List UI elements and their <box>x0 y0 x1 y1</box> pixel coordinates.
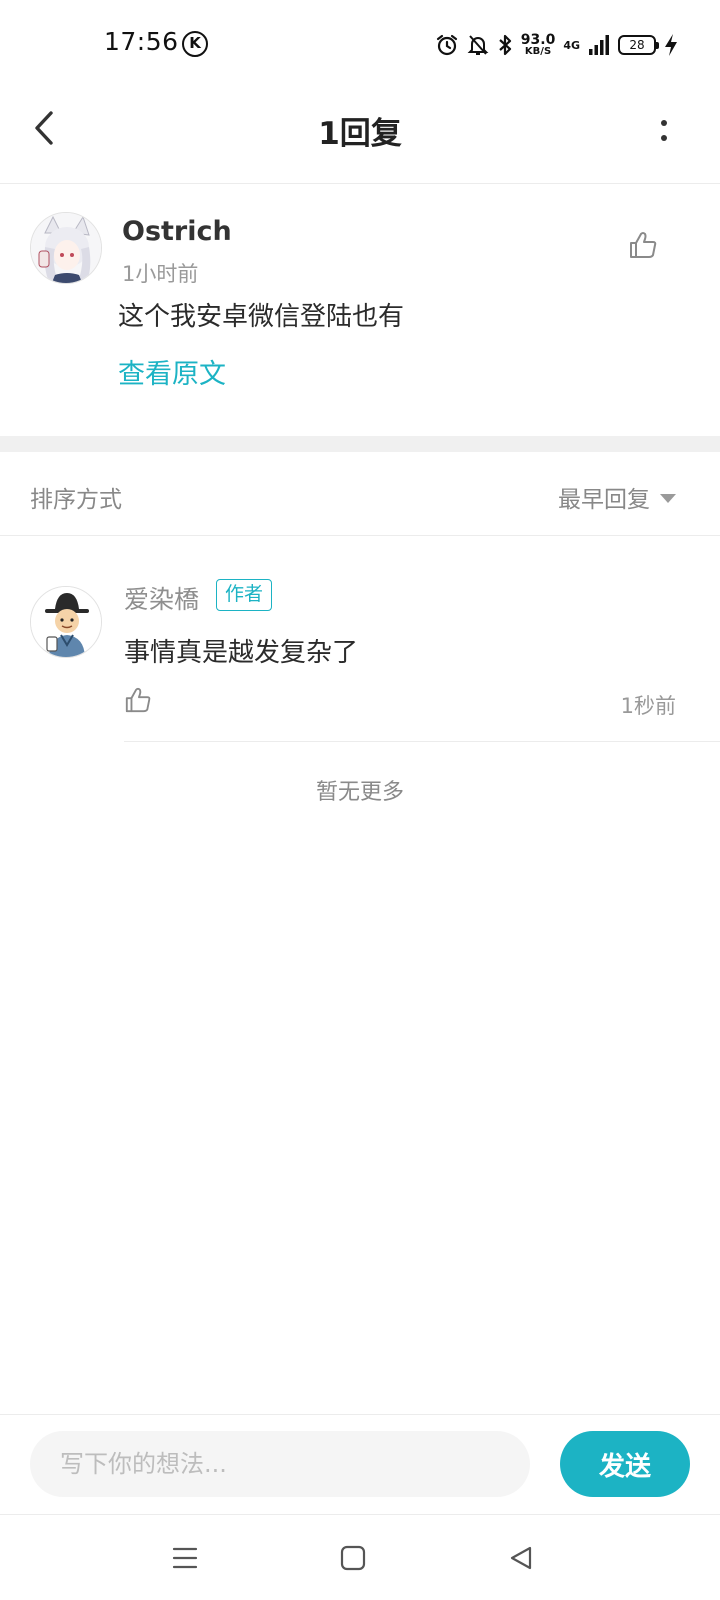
speed-value: 93.0 <box>520 32 556 48</box>
reply-username[interactable]: 爱染橋 <box>124 580 199 616</box>
comment-time: 1小时前 <box>122 262 199 286</box>
comment-username[interactable]: Ostrich <box>122 216 232 247</box>
status-icons: 93.0 KB/S 4G 28 <box>435 28 678 62</box>
menu-icon <box>172 1547 198 1569</box>
status-bar: 17:56 K 93.0 KB/S 4G 28 <box>0 0 720 90</box>
thumbs-up-icon <box>125 687 151 713</box>
section-divider <box>0 436 720 452</box>
reply-content: 事情真是越发复杂了 <box>124 638 359 668</box>
more-dot-icon <box>661 119 667 126</box>
comment-input[interactable] <box>30 1431 530 1497</box>
sort-dropdown[interactable]: 最早回复 <box>558 480 676 514</box>
nav-menu-button[interactable] <box>160 1533 210 1583</box>
original-comment: Ostrich 1小时前 这个我安卓微信登陆也有 查看原文 <box>0 184 720 436</box>
comment-input-bar: 发送 <box>0 1414 720 1514</box>
top-app-bar: 1回复 <box>0 90 720 184</box>
sort-label: 排序方式 <box>30 487 122 513</box>
bluetooth-icon <box>499 34 511 56</box>
charging-icon <box>665 34 677 56</box>
comment-detail-page: 17:56 K 93.0 KB/S 4G 28 1回复 Ostrich 1小时前… <box>0 0 720 1600</box>
page-title: 1回复 <box>318 116 402 152</box>
square-home-icon <box>340 1545 366 1571</box>
more-options-button[interactable] <box>652 110 676 150</box>
cartoon-scholar-avatar-icon <box>31 587 101 657</box>
reply-like-button[interactable] <box>124 686 152 718</box>
status-time: 17:56 <box>104 27 179 56</box>
anime-girl-avatar-icon <box>31 213 101 283</box>
signal-icon <box>589 35 609 55</box>
k-app-icon: K <box>182 31 208 57</box>
speed-unit: KB/S <box>524 46 552 57</box>
network-speed: 93.0 KB/S <box>521 33 556 57</box>
network-type: 4G <box>563 38 580 52</box>
battery-indicator: 28 <box>618 35 659 55</box>
more-dot-icon <box>661 134 667 141</box>
avatar-reply-user[interactable] <box>30 586 102 658</box>
author-badge: 作者 <box>216 579 273 611</box>
nav-back-button[interactable] <box>496 1533 546 1583</box>
sort-selected-value: 最早回复 <box>558 487 650 513</box>
avatar-ostrich[interactable] <box>30 212 102 284</box>
system-nav-bar <box>0 1514 720 1600</box>
reply-item: 爱染橋 作者 事情真是越发复杂了 1秒前 <box>0 536 720 742</box>
caret-down-icon <box>660 493 676 503</box>
no-more-label: 暂无更多 <box>315 780 404 805</box>
reply-divider <box>124 741 720 742</box>
triangle-back-icon <box>510 1546 532 1570</box>
bell-muted-icon <box>467 35 489 55</box>
send-button[interactable]: 发送 <box>560 1431 690 1497</box>
alarm-icon <box>436 34 457 56</box>
sort-bar: 排序方式 最早回复 <box>0 452 720 536</box>
comment-content: 这个我安卓微信登陆也有 <box>118 302 405 332</box>
nav-home-button[interactable] <box>328 1533 378 1583</box>
view-original-link[interactable]: 查看原文 <box>118 352 226 391</box>
reply-time: 1秒前 <box>620 694 676 718</box>
thumbs-up-icon <box>630 232 657 258</box>
like-button[interactable] <box>628 230 658 264</box>
